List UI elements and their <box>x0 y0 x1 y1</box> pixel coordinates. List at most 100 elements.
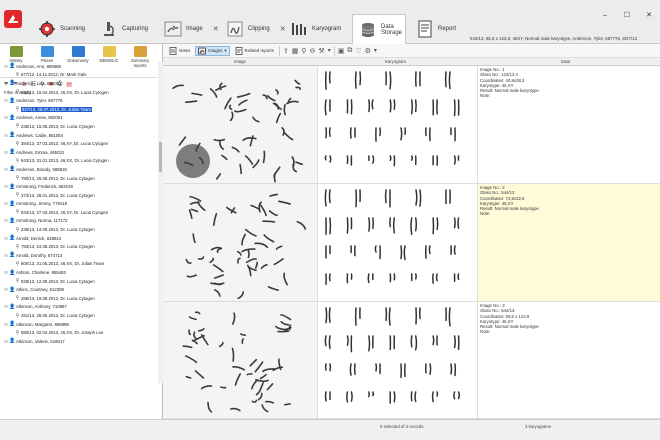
metaphase-image[interactable] <box>163 66 318 183</box>
zoom-icon[interactable]: ⚲ <box>301 47 306 55</box>
tab-scanning[interactable]: Scanning <box>32 14 91 44</box>
magnifier-icon: ⚲ <box>15 260 20 267</box>
minimize-button[interactable]: – <box>594 10 616 22</box>
karyogram-image[interactable] <box>318 184 478 301</box>
record-node[interactable]: ⚲ 580/13, 02.04.2013, 46,XX, Dr. Joseph L… <box>0 328 158 337</box>
patient-label: Andrews, Cable, 881054 <box>16 132 64 138</box>
maximize-button[interactable]: ☐ <box>616 10 638 22</box>
patient-icon: 👤 <box>9 321 16 328</box>
karyogram-image[interactable] <box>318 302 478 418</box>
tab-karyogram[interactable]: Karyogram ✕ <box>284 14 357 44</box>
scrollbar-thumb[interactable] <box>159 142 162 172</box>
patient-label: Anderson, Lisa, 885002 <box>16 80 62 86</box>
settings-icon[interactable]: ⚙ <box>365 47 371 55</box>
status-bar: 0 selected of 3 records 3 karyograms <box>0 419 660 440</box>
patient-node[interactable]: ⊟ 👤 Anderson, Brandy, 588818 <box>0 165 158 174</box>
record-node[interactable]: ⚲ 677/12, 14.11.2012, Dr. Mark Gale <box>0 71 158 80</box>
metaphase-image[interactable] <box>163 302 318 418</box>
patient-icon: 👤 <box>9 235 16 242</box>
record-row[interactable]: Image No.: 3 Glass No.: 544/13 Coordinat… <box>163 302 660 419</box>
record-data-cell: Image No.: 3 Glass No.: 544/13 Coordinat… <box>478 302 660 418</box>
patient-icon: 👤 <box>9 183 16 190</box>
patient-label: Arnold, Dorothy, 874714 <box>16 252 63 258</box>
patient-node[interactable]: ⊟ 👤 Atkins, Courtney, 612308 <box>0 285 158 294</box>
record-data-cell: Image No.: 2 Glass No.: 544/13 Coordinat… <box>478 184 660 301</box>
patient-icon: 👤 <box>9 63 16 70</box>
record-node[interactable]: ⚲ 289/13, 19.08.2013, Dr. Lucia Cytogen <box>0 294 158 303</box>
column-header-data[interactable]: Data <box>561 59 570 64</box>
patient-node[interactable]: ⊟ 👤 Atkinson, Valerie, 518017 <box>0 337 158 346</box>
record-node[interactable]: ⚲ 828/13, 12.08.2013, Dr. Lucia Cytogen <box>0 277 158 286</box>
magnifier-icon: ⚲ <box>15 226 20 233</box>
patient-icon: 👤 <box>9 132 16 139</box>
record-node[interactable]: ⚲ 780/13, 25.08.2013, Dr. Lucia Cytogen <box>0 174 158 183</box>
patient-node[interactable]: ⊟ 👤 Anderson, Ann, 885588 <box>0 62 158 71</box>
patient-node[interactable]: ⊟ 👤 Anderson, Lisa, 885002 <box>0 79 158 88</box>
column-header-karyogram[interactable]: Karyogram <box>385 59 406 64</box>
grid-view-icon[interactable]: ▦ <box>292 47 299 55</box>
data-line: Note: <box>480 329 491 335</box>
records-grid-header: Image Karyogram Data <box>163 58 660 66</box>
patient-node[interactable]: ⊟ 👤 Anderson, Tyler, 587776 <box>0 96 158 105</box>
patient-node[interactable]: ⊟ 👤 Atkinson, Margaret, 895898 <box>0 320 158 329</box>
database-icon <box>359 21 377 39</box>
magnifier-icon: ⚲ <box>15 71 20 78</box>
patient-node[interactable]: ⊟ 👤 Arnold, Dorothy, 874714 <box>0 251 158 260</box>
magnifier-icon: ⚲ <box>15 243 20 250</box>
patient-icon: 👤 <box>9 80 16 87</box>
tab-data-storage[interactable]: Data Storage <box>352 14 406 45</box>
images-button[interactable]: Images ▾ <box>195 45 230 56</box>
record-row-selected[interactable]: Image No.: 2 Glass No.: 544/13 Coordinat… <box>163 184 660 302</box>
patient-node[interactable]: ⊟ 👤 Armstrong, Frederick, 653108 <box>0 182 158 191</box>
patient-label: Armstrong, Norma, 117172 <box>16 218 68 224</box>
record-node[interactable]: ⚲ 827/13, 28.07.2013, Dr. Julian Team <box>0 104 158 114</box>
record-label: 373/13, 28.01.2013, Dr. Lucia Cytogen <box>21 192 95 198</box>
chevron-down-icon[interactable]: ▾ <box>328 47 331 54</box>
tab-label: Report <box>438 26 457 32</box>
patient-node[interactable]: ⊟ 👤 Andrews, Emma, 465031 <box>0 148 158 157</box>
record-node[interactable]: ⚲ 384/13, 27.03.2013, 46,XY, Dr. Lucia Cy… <box>0 139 158 148</box>
zoom-out-icon[interactable]: ⊖ <box>310 47 316 55</box>
tab-label: Scanning <box>60 26 86 32</box>
karyogram-image[interactable] <box>318 66 478 183</box>
record-node[interactable]: ⚲ 261/13, 28.05.2013, Dr. Lucia Cytogen <box>0 311 158 320</box>
notes-button[interactable]: Notes <box>167 46 192 56</box>
record-node[interactable]: ⚲ 600/13, 31.05.2013, 46,XX, Dr. Julian T… <box>0 260 158 269</box>
close-icon[interactable]: ✕ <box>213 25 219 33</box>
folder-icon <box>40 46 54 57</box>
close-window-button[interactable]: ✕ <box>638 10 660 22</box>
tab-report[interactable]: Report <box>410 14 462 44</box>
patient-node[interactable]: ⊟ 👤 Andrews, Cable, 881054 <box>0 131 158 140</box>
record-node[interactable]: ⚲ 238/13, 14.08.2013, Dr. Lucia Cytogen <box>0 225 158 234</box>
record-node[interactable]: ⚲ 843/13, 27.03.2013, 46,XY, Dr. Lucia Cy… <box>0 208 158 217</box>
record-node[interactable]: ⚲ 373/13, 28.01.2013, Dr. Lucia Cytogen <box>0 191 158 200</box>
record-label: 827/13, 28.07.2013, Dr. Julian Team <box>21 106 92 112</box>
patient-node[interactable]: ⊟ 👤 Armstrong, Norma, 117172 <box>0 217 158 226</box>
metaphase-image[interactable] <box>163 184 318 301</box>
patient-icon: 👤 <box>9 217 16 224</box>
tab-capturing[interactable]: Capturing <box>94 14 154 44</box>
column-header-image[interactable]: Image <box>234 59 246 64</box>
heart-icon[interactable]: ♡ <box>355 47 361 55</box>
magnifier-icon: ⚲ <box>15 295 20 302</box>
export-icon[interactable]: ⇪ <box>283 47 289 55</box>
record-row[interactable]: Image No.: 1 Glass No.: 123/13 A Coordin… <box>163 66 660 184</box>
record-node[interactable]: ⚲ 783/13, 24.08.2013, Dr. Lucia Cytogen <box>0 242 158 251</box>
patient-node[interactable]: ⊟ 👤 Ashton, Charlene, 855483 <box>0 268 158 277</box>
related-reports-button[interactable]: Related reports <box>233 46 276 56</box>
tools-icon[interactable]: ⚒ <box>318 47 324 55</box>
patient-node[interactable]: ⊟ 👤 Atkinson, Anthony, 710887 <box>0 303 158 312</box>
tab-clipping[interactable]: Clipping ✕ <box>220 14 286 44</box>
patient-icon: 👤 <box>9 200 16 207</box>
save-icon[interactable]: ▣ <box>338 47 345 55</box>
patient-node[interactable]: ⊟ 👤 Andrews, Annie, 902051 <box>0 114 158 123</box>
record-node[interactable]: ⚲ 634/13, 18.04.2013, 46,XX, Dr. Lucia Cy… <box>0 88 158 97</box>
patient-node[interactable]: ⊟ 👤 Armstrong, Jimmy, 778418 <box>0 200 158 209</box>
tab-image[interactable]: Image ✕ <box>158 14 219 44</box>
record-node[interactable]: ⚲ 238/13, 15.05.2013, Dr. Lucia Cytogen <box>0 122 158 131</box>
record-node[interactable]: ⚲ 843/13, 31.01.2013, 46,XX, Dr. Lucia Cy… <box>0 157 158 166</box>
karyogram-icon <box>290 20 308 38</box>
patient-node[interactable]: ⊟ 👤 Arnold, Derrick, 828824 <box>0 234 158 243</box>
layers-icon[interactable]: ⧉ <box>347 47 352 55</box>
chevron-down-icon[interactable]: ▾ <box>374 47 377 54</box>
